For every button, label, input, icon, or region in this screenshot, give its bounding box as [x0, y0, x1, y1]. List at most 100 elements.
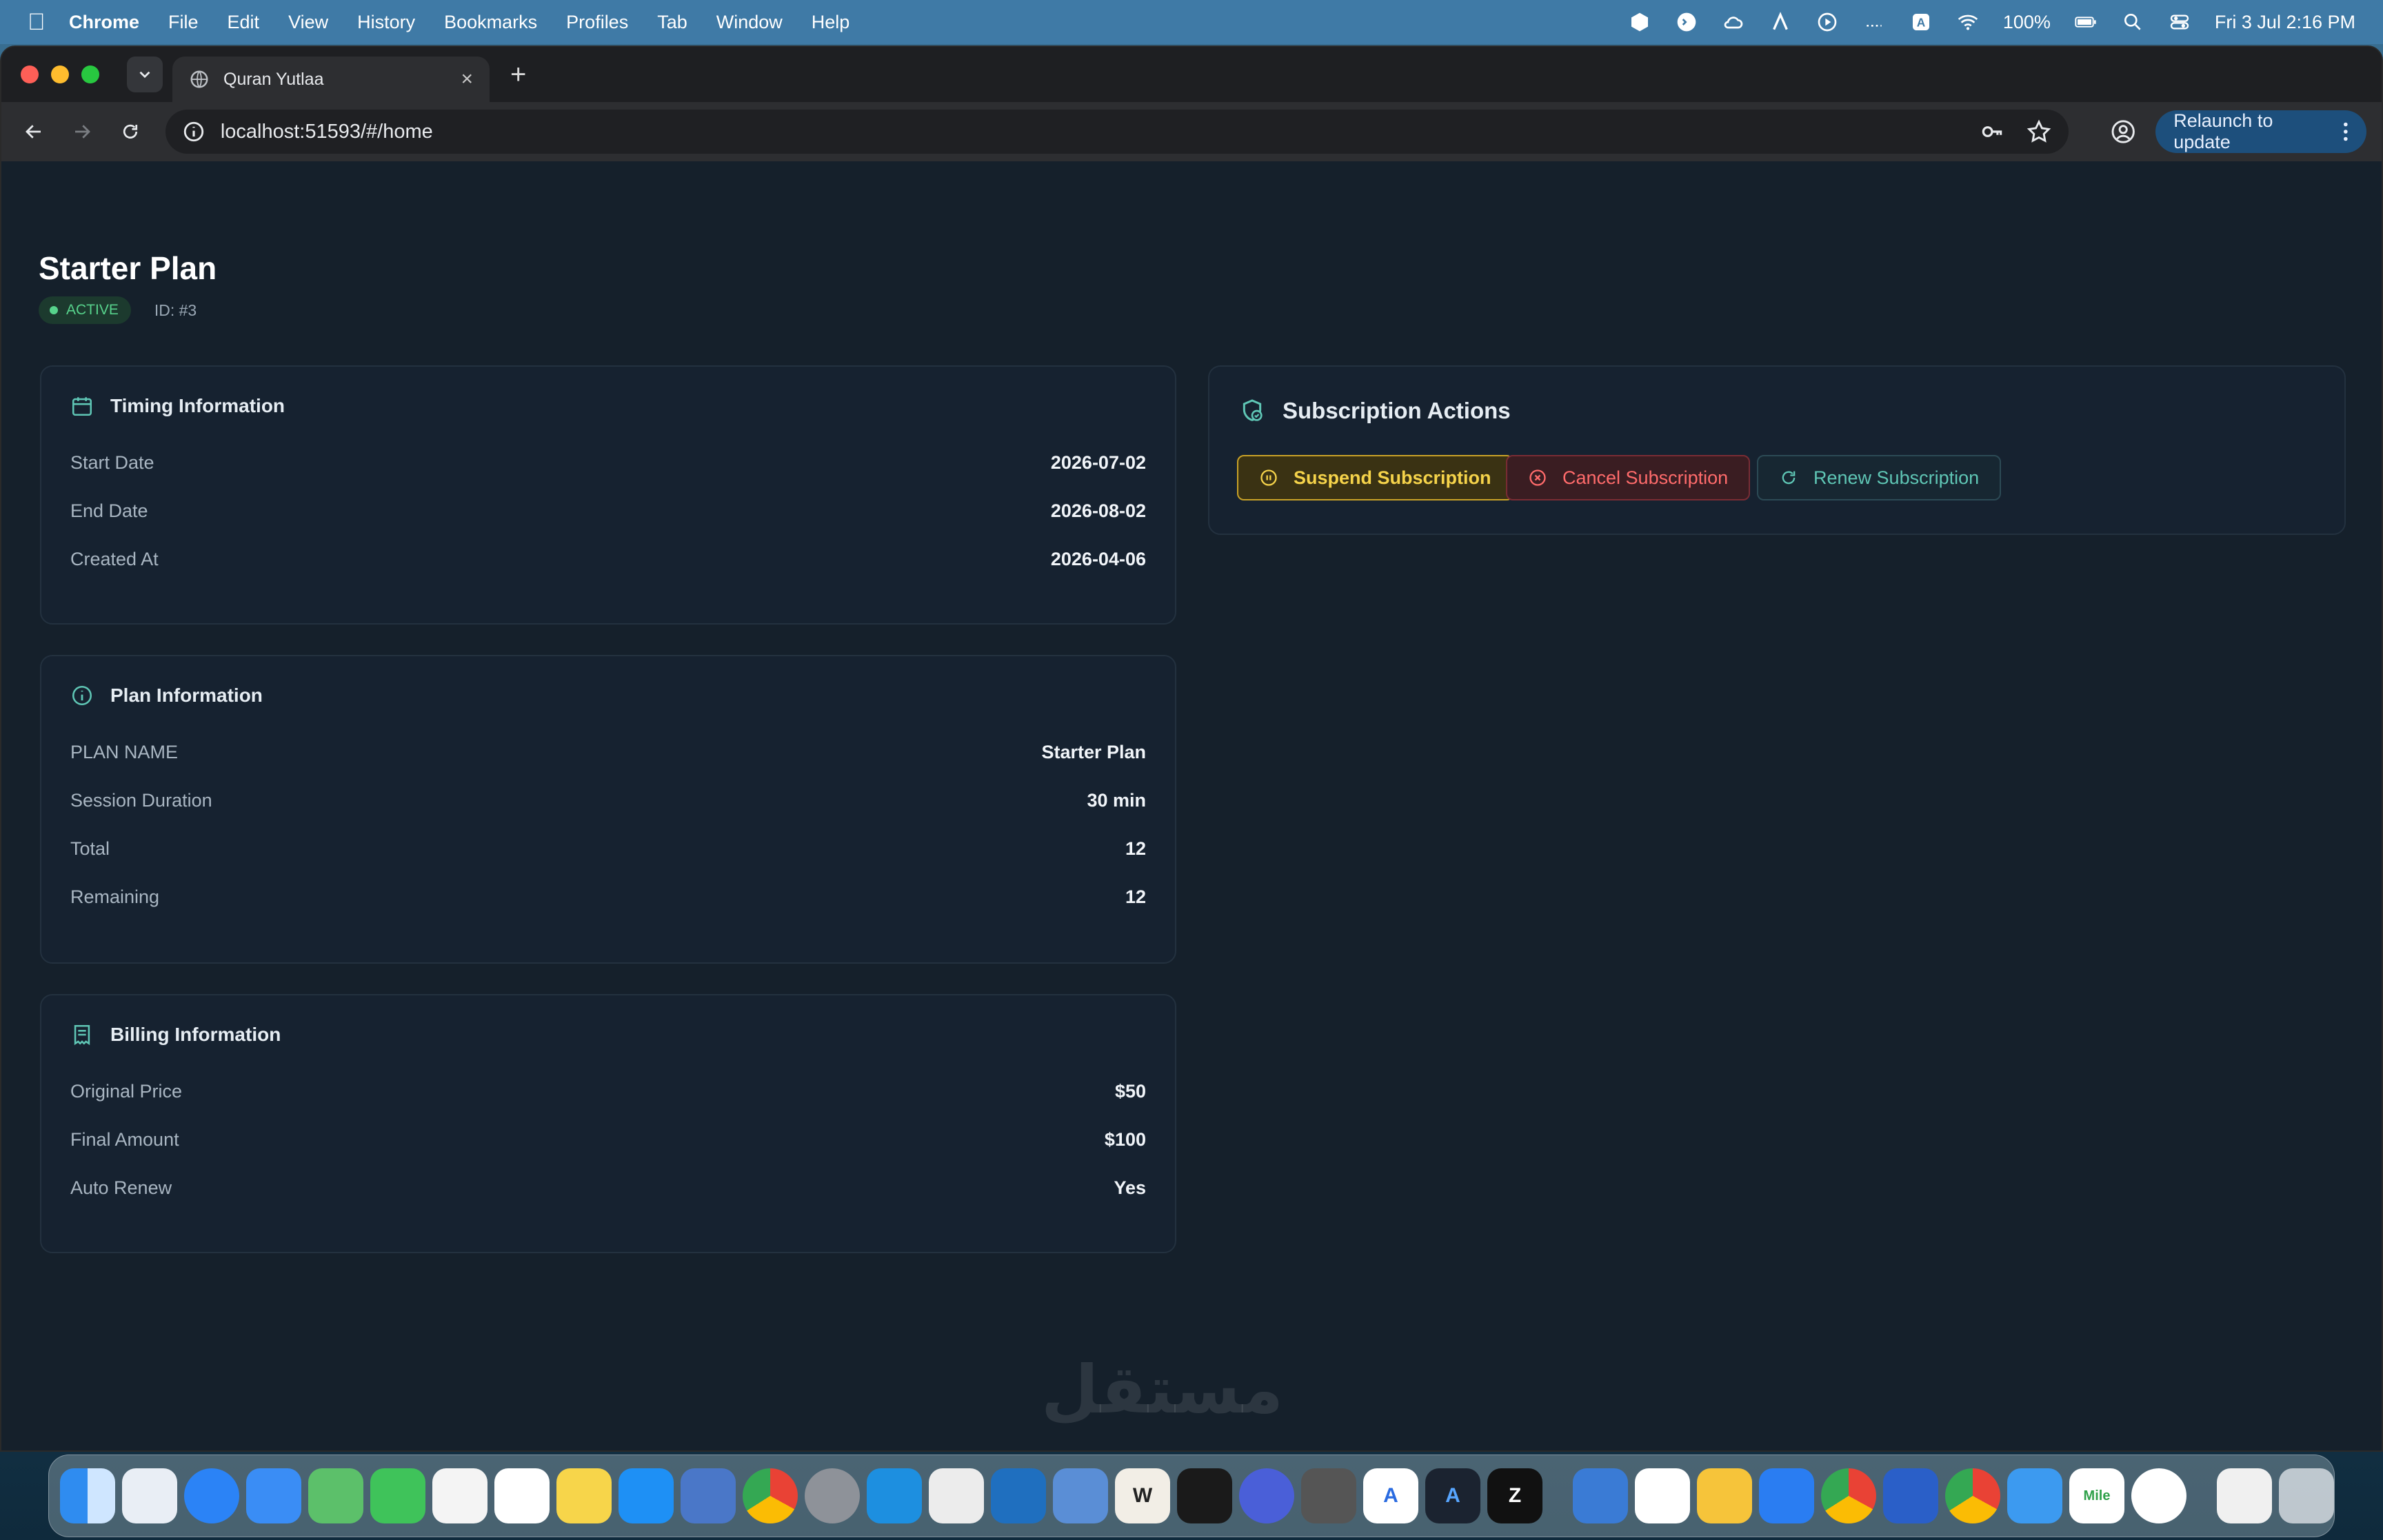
photos-icon[interactable]	[432, 1468, 487, 1523]
relaunch-label: Relaunch to update	[2173, 110, 2273, 152]
notebook-icon[interactable]	[1635, 1468, 1690, 1523]
pause-icon	[1260, 469, 1277, 486]
minimize-window-button[interactable]	[51, 65, 69, 83]
bulb-icon[interactable]	[1697, 1468, 1752, 1523]
simulator-icon[interactable]	[681, 1468, 736, 1523]
menu-profiles[interactable]: Profiles	[566, 12, 628, 33]
svg-text:A: A	[1917, 16, 1926, 30]
launchpad-icon[interactable]	[122, 1468, 177, 1523]
mail-icon[interactable]	[246, 1468, 301, 1523]
close-tab-icon[interactable]: ×	[461, 68, 473, 91]
start-date-row: Start Date 2026-07-02	[70, 452, 1146, 474]
receipt-icon	[74, 1024, 90, 1046]
document-icon[interactable]	[2217, 1468, 2272, 1523]
trash-icon[interactable]	[2279, 1468, 2334, 1523]
postgres-icon[interactable]	[929, 1468, 984, 1523]
clock-datetime[interactable]: Fri 3 Jul 2:16 PM	[2215, 12, 2355, 33]
safari-icon[interactable]	[184, 1468, 239, 1523]
cube-tray-icon[interactable]	[1628, 10, 1651, 34]
forward-arrow-icon[interactable]	[65, 114, 99, 150]
writer-icon[interactable]: W	[1115, 1468, 1170, 1523]
arc-tray-icon[interactable]	[1769, 10, 1792, 34]
zoom-window-button[interactable]	[81, 65, 99, 83]
site-info-icon[interactable]	[182, 120, 205, 143]
menu-view[interactable]: View	[288, 12, 328, 33]
end-date-row: End Date 2026-08-02	[70, 500, 1146, 522]
new-tab-icon[interactable]: +	[510, 59, 526, 90]
profile-avatar-icon[interactable]	[2110, 118, 2136, 145]
spotlight-search-icon[interactable]	[2121, 10, 2144, 34]
finder-icon[interactable]	[60, 1468, 115, 1523]
tab-active[interactable]: Quran Yutlaa ×	[172, 57, 490, 102]
plan-name-label: PLAN NAME	[70, 742, 179, 762]
files-icon[interactable]	[1053, 1468, 1108, 1523]
app-store-icon[interactable]	[619, 1468, 674, 1523]
testflight-icon[interactable]	[2007, 1468, 2062, 1523]
battery-percent: 100%	[2002, 11, 2051, 32]
renew-subscription-button[interactable]: Renew Subscription	[1757, 455, 2002, 500]
facetime-icon[interactable]	[370, 1468, 425, 1523]
relaunch-update-button[interactable]: Relaunch to update	[2155, 110, 2366, 153]
browser-window: Quran Yutlaa × + localhost:51593/#/home …	[0, 45, 2383, 1452]
auto-renew-row: Auto Renew Yes	[70, 1177, 1146, 1199]
book-icon[interactable]	[1301, 1468, 1356, 1523]
url-text[interactable]: localhost:51593/#/home	[221, 121, 1958, 143]
reminders-icon[interactable]	[494, 1468, 550, 1523]
menu-app-name[interactable]: Chrome	[69, 12, 139, 33]
billing-card: Billing Information Original Price $50 Fi…	[40, 994, 1176, 1253]
dots-tray-icon[interactable]	[1862, 10, 1886, 34]
bookmark-star-icon[interactable]	[2026, 119, 2052, 145]
menu-window[interactable]: Window	[716, 12, 783, 33]
address-bar[interactable]: localhost:51593/#/home	[165, 110, 2069, 154]
created-at-value: 2026-04-06	[1050, 549, 1146, 569]
final-amount-value: $100	[1104, 1129, 1146, 1150]
password-key-icon[interactable]	[1979, 119, 2005, 145]
menu-help[interactable]: Help	[812, 12, 850, 33]
proxyman-icon[interactable]	[1239, 1468, 1294, 1523]
cancel-subscription-button[interactable]: Cancel Subscription	[1506, 455, 1751, 500]
arc-icon[interactable]: A	[1363, 1468, 1418, 1523]
maps-icon[interactable]	[308, 1468, 363, 1523]
wifi-icon[interactable]	[1956, 10, 1980, 34]
terminal-tray-icon[interactable]	[1675, 10, 1698, 34]
zed-icon[interactable]: Z	[1487, 1468, 1542, 1523]
input-source-icon[interactable]: A	[1909, 10, 1933, 34]
chrome-2-icon[interactable]	[1821, 1468, 1876, 1523]
play-tray-icon[interactable]	[1816, 10, 1839, 34]
orb-icon[interactable]	[1883, 1468, 1938, 1523]
apple-menu-icon[interactable]: 	[28, 9, 69, 36]
android-icon[interactable]	[2131, 1468, 2186, 1523]
chrome-icon[interactable]	[743, 1468, 798, 1523]
unity-icon[interactable]	[1177, 1468, 1232, 1523]
control-center-icon[interactable]	[2168, 10, 2191, 34]
shield-check-icon	[1243, 399, 1263, 421]
vscode-icon[interactable]	[991, 1468, 1046, 1523]
settings-icon[interactable]	[805, 1468, 860, 1523]
tab-strip: Quran Yutlaa × +	[1, 47, 2382, 102]
menu-history[interactable]: History	[357, 12, 415, 33]
tab-search-chevron-icon[interactable]	[127, 57, 163, 92]
affinity-icon[interactable]: A	[1425, 1468, 1480, 1523]
menu-edit[interactable]: Edit	[228, 12, 260, 33]
menu-tab[interactable]: Tab	[657, 12, 687, 33]
close-window-button[interactable]	[21, 65, 39, 83]
menu-bookmarks[interactable]: Bookmarks	[444, 12, 537, 33]
trash-disk-icon[interactable]	[1573, 1468, 1628, 1523]
weather-tray-icon[interactable]	[1722, 10, 1745, 34]
suspend-subscription-button[interactable]: Suspend Subscription	[1237, 455, 1514, 500]
end-date-value: 2026-08-02	[1050, 500, 1146, 521]
reload-icon[interactable]	[113, 114, 148, 150]
docker-icon[interactable]	[867, 1468, 922, 1523]
page-title: Starter Plan	[39, 250, 217, 286]
battery-icon[interactable]	[2074, 10, 2098, 34]
subscription-id: ID: #3	[154, 301, 197, 319]
quickq-icon[interactable]	[1759, 1468, 1814, 1523]
notes-icon[interactable]	[556, 1468, 612, 1523]
menu-file[interactable]: File	[168, 12, 199, 33]
back-arrow-icon[interactable]	[17, 114, 51, 150]
mile-icon[interactable]: Mile	[2069, 1468, 2124, 1523]
chrome-3-icon[interactable]	[1945, 1468, 2000, 1523]
suspend-label: Suspend Subscription	[1294, 467, 1491, 488]
final-amount-row: Final Amount $100	[70, 1129, 1146, 1151]
browser-toolbar: localhost:51593/#/home Relaunch to updat…	[1, 102, 2382, 161]
